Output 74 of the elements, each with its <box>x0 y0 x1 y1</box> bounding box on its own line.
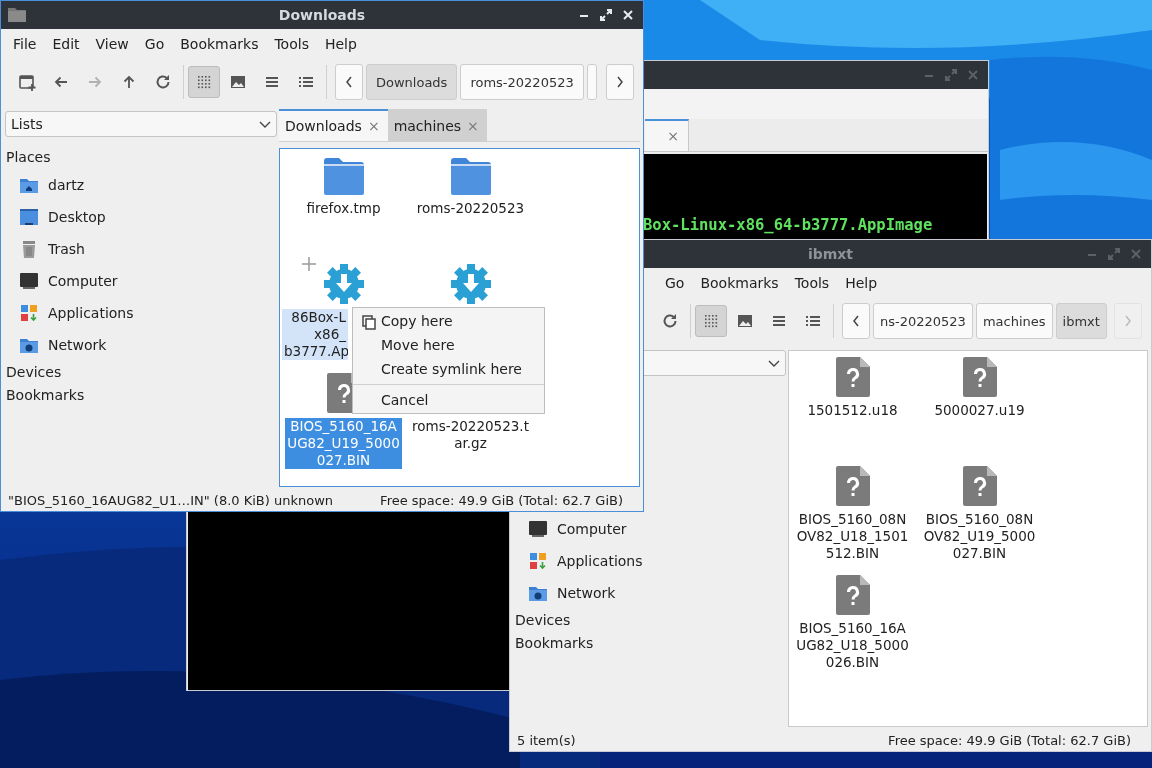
menu-item[interactable]: Go <box>136 36 173 52</box>
menu-item[interactable]: Tools <box>786 275 838 291</box>
folder-icon[interactable] <box>323 157 364 195</box>
section-heading[interactable]: Devices <box>5 361 277 384</box>
unknown-file-icon[interactable] <box>835 575 870 615</box>
sidebar-item[interactable]: Applications <box>5 297 277 329</box>
menu-item[interactable]: Go <box>657 275 693 291</box>
sidebar-item[interactable]: Computer <box>514 513 786 545</box>
menu-item[interactable]: Bookmarks <box>172 36 267 52</box>
section-heading[interactable]: Bookmarks <box>5 384 277 407</box>
tab[interactable]: machines × <box>387 109 487 141</box>
file-name[interactable]: BIOS_5160_08N OV82_U18_1501 512.BIN <box>794 511 911 562</box>
menu-item[interactable]: Move here <box>353 333 544 357</box>
file-name[interactable]: firefox.tmp <box>304 200 383 217</box>
computer-icon <box>19 271 39 291</box>
path-button[interactable]: roms-20220523 <box>460 64 584 100</box>
unknown-file-icon[interactable] <box>962 357 997 397</box>
status-text: "BIOS_5160_16AUG82_U1…IN" (8.0 KiB) unknown <box>8 492 334 508</box>
free-space-text: Free space: 49.9 GiB (Total: 62.7 GiB) <box>888 732 1131 748</box>
sidebar-item[interactable]: Applications <box>514 545 786 577</box>
terminal-tab[interactable]: × <box>645 119 689 151</box>
menu-item[interactable]: Help <box>837 275 886 291</box>
desktop-icon <box>19 207 39 227</box>
file-name[interactable]: BIOS_5160_16A UG82_U18_5000 026.BIN <box>794 620 911 671</box>
sidebar-item[interactable]: Trash <box>5 233 277 265</box>
sidebar-item[interactable]: Computer <box>5 265 277 297</box>
sidebar-item[interactable]: Network <box>514 577 786 609</box>
free-space-text: Free space: 49.9 GiB (Total: 62.7 GiB) <box>380 492 623 508</box>
section-heading[interactable]: Places <box>5 146 277 169</box>
gear-download-icon[interactable] <box>323 264 364 304</box>
close-tab-button[interactable]: × <box>367 118 380 134</box>
view-dropdown[interactable]: Lists <box>5 111 277 137</box>
sidebar-item[interactable]: Network <box>5 329 277 361</box>
applications-icon <box>19 303 39 323</box>
status-text: 5 item(s) <box>517 732 576 748</box>
file-name[interactable]: 86Box-L x86_ b3777.Ap <box>282 309 348 360</box>
unknown-file-icon[interactable] <box>835 466 870 506</box>
path-button[interactable]: machines <box>975 303 1053 339</box>
close-tab-button[interactable]: × <box>667 128 679 144</box>
menu-item[interactable]: Cancel <box>353 388 544 412</box>
menu-item[interactable]: View <box>87 36 137 52</box>
menu-item[interactable]: File <box>5 36 45 52</box>
folder-icon[interactable] <box>450 157 491 195</box>
section-heading[interactable]: Bookmarks <box>514 632 786 655</box>
file-name[interactable]: roms-20220523 <box>414 200 527 217</box>
path-button[interactable]: ns-20220523 <box>873 303 973 339</box>
terminal-output: Box-Linux-x86_64-b3777.AppImage <box>643 216 934 234</box>
window-title: ibmxt <box>807 246 854 262</box>
window-title: Downloads <box>278 7 366 23</box>
file-name[interactable]: 5000027.u19 <box>932 402 1027 419</box>
unknown-file-icon[interactable] <box>835 357 870 397</box>
unknown-file-icon[interactable] <box>962 466 997 506</box>
close-button[interactable] <box>621 8 635 22</box>
menu-item[interactable]: Create symlink here <box>353 357 544 381</box>
menu-item[interactable]: Help <box>316 36 365 52</box>
section-heading[interactable]: Devices <box>514 609 786 632</box>
file-name[interactable]: BIOS_5160_08N OV82_U19_5000 027.BIN <box>921 511 1038 562</box>
sidebar-item[interactable]: dartz <box>5 169 277 201</box>
menu-item[interactable]: Tools <box>266 36 317 52</box>
applications-icon <box>528 551 548 571</box>
menu-item[interactable]: Edit <box>44 36 88 52</box>
path-button[interactable]: Downloads <box>366 64 458 100</box>
copy-icon <box>362 315 376 330</box>
tab[interactable]: Downloads × <box>279 109 388 141</box>
file-name[interactable]: 1501512.u18 <box>805 402 900 419</box>
folder-icon <box>7 5 27 25</box>
window-plus-icon <box>17 72 37 92</box>
sidebar-item[interactable]: Desktop <box>5 201 277 233</box>
gear-download-icon[interactable] <box>450 264 491 304</box>
file-name[interactable]: roms-20220523.t ar.gz <box>410 418 531 452</box>
computer-icon <box>528 519 548 539</box>
menu-item[interactable]: Copy here <box>353 309 544 333</box>
path-button[interactable]: ibmxt <box>1055 303 1107 339</box>
menu-item[interactable]: Bookmarks <box>692 275 787 291</box>
